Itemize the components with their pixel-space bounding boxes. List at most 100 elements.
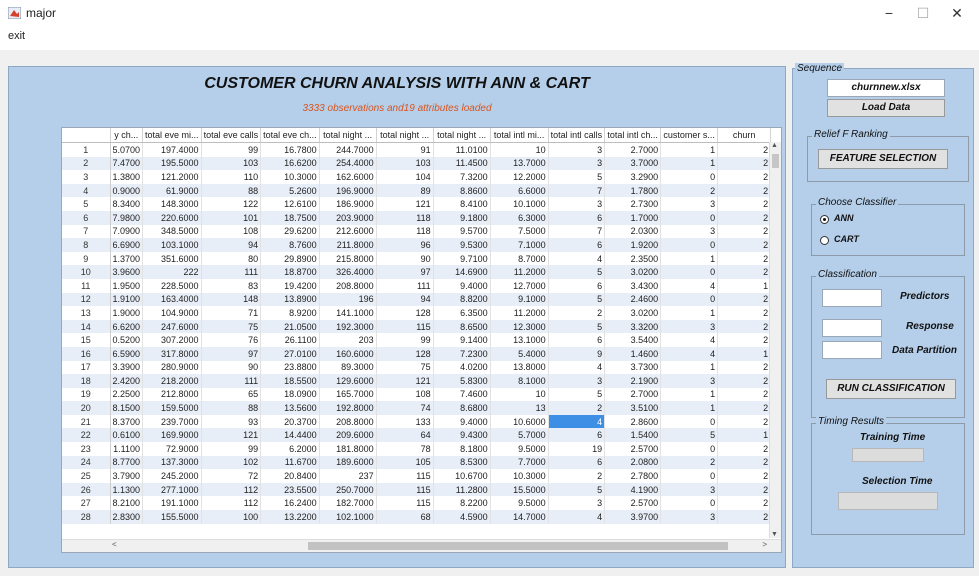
table-cell[interactable]: 90 bbox=[201, 360, 262, 375]
table-cell[interactable]: 8.3700 bbox=[110, 414, 144, 429]
table-cell[interactable]: 3 bbox=[660, 482, 719, 497]
table-cell[interactable]: 7.1000 bbox=[490, 238, 549, 252]
table-cell[interactable]: 3.7300 bbox=[604, 360, 662, 375]
table-cell[interactable]: 121 bbox=[376, 197, 434, 211]
table-cell[interactable]: 97 bbox=[376, 265, 434, 279]
table-cell[interactable]: 1 bbox=[717, 428, 772, 443]
table-cell[interactable]: 108 bbox=[201, 224, 262, 239]
table-cell[interactable]: 6 bbox=[548, 278, 606, 293]
table-cell[interactable]: 2 bbox=[717, 374, 772, 388]
table-cell[interactable]: 3.0200 bbox=[604, 265, 662, 279]
horizontal-scroll-thumb[interactable] bbox=[308, 542, 728, 550]
table-cell[interactable]: 6 bbox=[548, 455, 606, 470]
load-data-button[interactable]: Load Data bbox=[827, 99, 945, 117]
table-cell[interactable]: 7.4600 bbox=[433, 387, 491, 402]
table-cell[interactable]: 1 bbox=[660, 251, 719, 266]
table-cell[interactable]: 2 bbox=[717, 306, 772, 320]
cart-radio[interactable] bbox=[820, 236, 829, 245]
table-cell[interactable]: 2.0800 bbox=[604, 455, 662, 470]
table-cell[interactable]: 14.6900 bbox=[433, 265, 491, 279]
table-cell[interactable]: 211.8000 bbox=[319, 238, 377, 252]
table-cell[interactable]: 133 bbox=[376, 414, 434, 429]
table-cell[interactable]: 2.1900 bbox=[604, 374, 662, 388]
table-cell[interactable]: 212.8000 bbox=[142, 387, 202, 402]
column-header[interactable] bbox=[62, 128, 111, 143]
table-cell[interactable]: 14.7000 bbox=[490, 510, 549, 524]
table-cell[interactable]: 20.3700 bbox=[260, 414, 320, 429]
table-cell[interactable]: 23.5500 bbox=[260, 482, 320, 497]
table-cell[interactable]: 186.9000 bbox=[319, 197, 377, 211]
table-cell[interactable]: 6.6200 bbox=[110, 319, 144, 334]
table-cell[interactable]: 1.9000 bbox=[110, 306, 144, 320]
table-cell[interactable]: 74 bbox=[376, 401, 434, 415]
table-cell[interactable]: 203 bbox=[319, 333, 377, 347]
column-header[interactable]: total intl ch... bbox=[604, 128, 662, 143]
table-cell[interactable]: 5 bbox=[548, 292, 606, 307]
data-grid[interactable]: y ch... total eve mi... total eve calls tot… bbox=[62, 128, 772, 524]
table-cell[interactable]: 8.1000 bbox=[490, 374, 549, 388]
response-input[interactable] bbox=[822, 319, 882, 337]
table-cell[interactable]: 3 bbox=[660, 197, 719, 211]
table-cell[interactable]: 13.2200 bbox=[260, 510, 320, 524]
table-cell[interactable]: 3.3900 bbox=[110, 360, 144, 375]
table-cell[interactable]: 3.5400 bbox=[604, 333, 662, 347]
table-cell[interactable]: 122 bbox=[201, 197, 262, 211]
table-cell[interactable]: 1.7800 bbox=[604, 183, 662, 198]
table-cell[interactable]: 2 bbox=[717, 510, 772, 524]
table-cell[interactable]: 2 bbox=[717, 333, 772, 347]
table-cell[interactable]: 2 bbox=[717, 414, 772, 429]
table-cell[interactable]: 148 bbox=[201, 292, 262, 307]
table-cell[interactable]: 3.2900 bbox=[604, 170, 662, 184]
table-cell[interactable]: 11.2800 bbox=[433, 482, 491, 497]
table-cell[interactable]: 12.6100 bbox=[260, 197, 320, 211]
table-cell[interactable]: 2 bbox=[717, 142, 772, 157]
table-cell[interactable]: 13.8000 bbox=[490, 360, 549, 375]
column-header[interactable]: total eve ch... bbox=[260, 128, 320, 143]
table-cell[interactable]: 118 bbox=[376, 210, 434, 225]
table-cell[interactable]: 10.3000 bbox=[490, 469, 549, 483]
table-cell[interactable]: 9.1400 bbox=[433, 333, 491, 347]
table-cell[interactable]: 245.2000 bbox=[142, 469, 202, 483]
table-cell[interactable]: 9.5000 bbox=[490, 496, 549, 511]
file-name-field[interactable]: churnnew.xlsx bbox=[827, 79, 945, 97]
table-cell[interactable]: 78 bbox=[376, 442, 434, 456]
table-cell[interactable]: 8.1800 bbox=[433, 442, 491, 456]
table-cell[interactable]: 115 bbox=[376, 482, 434, 497]
table-cell[interactable]: 1.5400 bbox=[604, 428, 662, 443]
scroll-right-icon[interactable]: > bbox=[762, 540, 767, 549]
table-cell[interactable]: 3 bbox=[548, 496, 606, 511]
table-cell[interactable]: 162.6000 bbox=[319, 170, 377, 184]
table-cell[interactable]: 26.1100 bbox=[260, 333, 320, 347]
table-cell[interactable]: 3.7900 bbox=[110, 469, 144, 483]
table-cell[interactable]: 0 bbox=[660, 210, 719, 225]
table-cell[interactable]: 11.0100 bbox=[433, 142, 491, 157]
table-cell[interactable]: 2 bbox=[717, 170, 772, 184]
table-cell[interactable]: 11.2000 bbox=[490, 265, 549, 279]
table-cell[interactable]: 9.4000 bbox=[433, 278, 491, 293]
table-cell[interactable]: 3 bbox=[548, 197, 606, 211]
ann-radio[interactable] bbox=[820, 215, 829, 224]
table-cell[interactable]: 0 bbox=[660, 292, 719, 307]
table-cell[interactable]: 8.4100 bbox=[433, 197, 491, 211]
table-cell[interactable]: 2 bbox=[717, 387, 772, 402]
table-cell[interactable]: 103.1000 bbox=[142, 238, 202, 252]
table-cell[interactable]: 2 bbox=[660, 183, 719, 198]
table-cell[interactable]: 7 bbox=[548, 224, 606, 239]
table-cell[interactable]: 2.8300 bbox=[110, 510, 144, 524]
table-cell[interactable]: 6.6000 bbox=[490, 183, 549, 198]
table-cell[interactable]: 3.3200 bbox=[604, 319, 662, 334]
table-cell[interactable]: 351.6000 bbox=[142, 251, 202, 266]
table-cell[interactable]: 4 bbox=[660, 346, 719, 361]
table-cell[interactable]: 8.7700 bbox=[110, 455, 144, 470]
table-cell[interactable]: 196.9000 bbox=[319, 183, 377, 198]
table-cell[interactable]: 9.5000 bbox=[490, 442, 549, 456]
table-cell[interactable]: 4 bbox=[660, 278, 719, 293]
table-cell[interactable]: 2 bbox=[717, 482, 772, 497]
table-cell[interactable]: 128 bbox=[376, 346, 434, 361]
table-cell[interactable]: 1 bbox=[660, 401, 719, 415]
table-cell[interactable]: 197.4000 bbox=[142, 142, 202, 157]
table-cell[interactable]: 2 bbox=[548, 401, 606, 415]
table-cell[interactable]: 326.4000 bbox=[319, 265, 377, 279]
table-cell[interactable]: 222 bbox=[142, 265, 202, 279]
table-cell[interactable]: 5.4000 bbox=[490, 346, 549, 361]
